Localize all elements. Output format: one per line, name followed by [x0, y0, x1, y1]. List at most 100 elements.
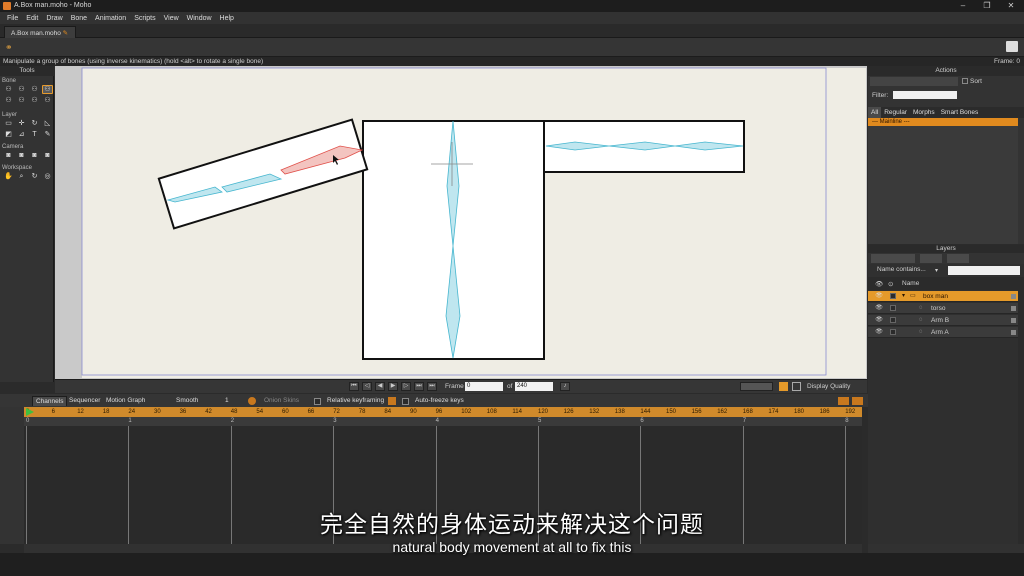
- display-quality-button[interactable]: Display Quality: [807, 383, 850, 390]
- orbit-icon[interactable]: ◎: [42, 172, 53, 181]
- ruler-frame-number: 186: [819, 409, 830, 415]
- manipulate-bones-icon[interactable]: ⚇: [42, 85, 53, 94]
- add-bone-icon[interactable]: ⚇: [16, 96, 27, 105]
- layer-row-torso[interactable]: 👁 ◌ torso: [868, 303, 1018, 314]
- chevron-down-icon[interactable]: ▾: [935, 267, 938, 274]
- audio-icon[interactable]: ♪: [560, 382, 570, 391]
- timeline-options-icon[interactable]: [852, 397, 863, 405]
- menu-window[interactable]: Window: [183, 15, 216, 22]
- tab-channels[interactable]: Channels: [32, 396, 68, 406]
- restore-button[interactable]: ❐: [976, 0, 998, 12]
- menu-animation[interactable]: Animation: [91, 15, 130, 22]
- layer-select-icon[interactable]: ▭: [3, 119, 14, 128]
- step-back-icon[interactable]: ◁: [362, 382, 372, 391]
- visibility-eye-icon[interactable]: 👁: [874, 328, 884, 336]
- expand-triangle-icon[interactable]: ▾: [902, 291, 905, 302]
- menu-file[interactable]: File: [3, 15, 22, 22]
- layer-settings-buttons[interactable]: [947, 254, 969, 263]
- tab-smart-bones[interactable]: Smart Bones: [938, 107, 982, 118]
- layer-row-arm-b[interactable]: 👁 ◌ Arm B: [868, 315, 1018, 326]
- menu-bone[interactable]: Bone: [67, 15, 91, 22]
- library-book-icon[interactable]: [1006, 41, 1018, 52]
- step-forward-icon[interactable]: ▷: [401, 382, 411, 391]
- timeline-zoom-icon[interactable]: [838, 397, 849, 405]
- bone-strength-icon[interactable]: ⚇: [42, 96, 53, 105]
- camera-tilt-icon[interactable]: ◙: [42, 151, 53, 160]
- relative-keyframing-checkbox[interactable]: [314, 398, 321, 405]
- tab-sequencer[interactable]: Sequencer: [66, 396, 103, 406]
- scale-layer-icon[interactable]: ◩: [3, 130, 14, 139]
- filter-mode-select[interactable]: Name contains...: [877, 266, 926, 273]
- auto-freeze-checkbox[interactable]: [402, 398, 409, 405]
- rewind-icon[interactable]: ⏮: [349, 382, 359, 391]
- arm-b-shape[interactable]: [157, 118, 369, 230]
- visibility-column-icon: 👁: [875, 281, 884, 288]
- bone-tool-icon[interactable]: ⚭: [5, 42, 13, 53]
- eyedropper-icon[interactable]: ✎: [42, 130, 53, 139]
- tab-regular[interactable]: Regular: [881, 107, 910, 118]
- onion-skin-icon[interactable]: [248, 397, 256, 405]
- layer-row-box-man[interactable]: 👁 ▾ ▭ box man: [868, 291, 1018, 302]
- hand-pan-icon[interactable]: ✋: [3, 172, 14, 181]
- tab-all[interactable]: All: [868, 107, 882, 118]
- view-layout-icon[interactable]: [740, 382, 773, 391]
- menu-edit[interactable]: Edit: [22, 15, 42, 22]
- frame-ruler[interactable]: 0 6 12 18 24 30 36 42 48 54 60 66 72 78 84 90 96 102 108 11…: [24, 407, 862, 417]
- close-button[interactable]: ✕: [1000, 0, 1022, 12]
- frame-input[interactable]: 0: [465, 382, 503, 391]
- new-layer-buttons[interactable]: [871, 254, 915, 263]
- camera-pan-icon[interactable]: ◙: [3, 151, 14, 160]
- layer-lock-checkbox[interactable]: [890, 329, 896, 335]
- tab-morphs[interactable]: Morphs: [910, 107, 938, 118]
- visibility-eye-icon[interactable]: 👁: [874, 304, 884, 312]
- translate-layer-icon[interactable]: ✛: [16, 119, 27, 128]
- sort-checkbox[interactable]: [962, 78, 968, 84]
- layer-action-buttons[interactable]: [920, 254, 942, 263]
- shear-layer-icon[interactable]: ◺: [42, 119, 53, 128]
- document-tab[interactable]: A.Box man.moho ✎: [4, 26, 76, 38]
- menu-view[interactable]: View: [160, 15, 183, 22]
- play-reverse-icon[interactable]: ◀: [375, 382, 385, 391]
- menu-draw[interactable]: Draw: [42, 15, 66, 22]
- menu-help[interactable]: Help: [216, 15, 238, 22]
- play-icon[interactable]: ▶: [388, 382, 398, 391]
- quality-check-icon[interactable]: [779, 382, 788, 391]
- rotate-layer-icon[interactable]: ↻: [29, 119, 40, 128]
- visibility-eye-icon[interactable]: 👁: [874, 316, 884, 324]
- translate-bone-icon[interactable]: ⚇: [16, 85, 27, 94]
- minimize-button[interactable]: –: [952, 0, 974, 12]
- tab-motion-graph[interactable]: Motion Graph: [103, 396, 148, 406]
- actions-list[interactable]: [868, 118, 1018, 244]
- zoom-icon[interactable]: ⌕: [16, 172, 27, 181]
- layer-row-arm-a[interactable]: 👁 ◌ Arm A: [868, 327, 1018, 338]
- fullscreen-icon[interactable]: [792, 382, 801, 391]
- arm-b-group[interactable]: [157, 118, 369, 230]
- layer-name-filter-input[interactable]: [948, 266, 1020, 275]
- menu-bar: File Edit Draw Bone Animation Scripts Vi…: [0, 12, 1024, 24]
- rotate-bone-icon[interactable]: ⚇: [3, 96, 14, 105]
- flip-layer-icon[interactable]: ⊿: [16, 130, 27, 139]
- text-tool-icon[interactable]: T: [29, 130, 40, 139]
- step-select[interactable]: 1: [222, 396, 232, 406]
- end-icon[interactable]: ⏭: [427, 382, 437, 391]
- interpolation-select[interactable]: Smooth: [173, 396, 201, 406]
- camera-zoom-icon[interactable]: ◙: [16, 151, 27, 160]
- visibility-eye-icon[interactable]: 👁: [874, 292, 884, 300]
- keyframe-icon[interactable]: [388, 397, 396, 405]
- rotate-workspace-icon[interactable]: ↻: [29, 172, 40, 181]
- reparent-bone-icon[interactable]: ⚇: [29, 96, 40, 105]
- total-frames-input[interactable]: 240: [515, 382, 553, 391]
- actions-toolbar[interactable]: [870, 77, 958, 86]
- layer-lock-checkbox[interactable]: [890, 293, 896, 299]
- fast-forward-icon[interactable]: ⏭: [414, 382, 424, 391]
- layer-lock-checkbox[interactable]: [890, 305, 896, 311]
- mainline-action[interactable]: --- Mainline ---: [868, 118, 1018, 126]
- playhead-marker[interactable]: [26, 408, 34, 416]
- menu-scripts[interactable]: Scripts: [130, 15, 159, 22]
- scale-bone-icon[interactable]: ⚇: [29, 85, 40, 94]
- select-bone-icon[interactable]: ⚇: [3, 85, 14, 94]
- actions-filter-input[interactable]: [893, 91, 957, 99]
- camera-roll-icon[interactable]: ◙: [29, 151, 40, 160]
- canvas-drawing[interactable]: [55, 66, 867, 380]
- layer-lock-checkbox[interactable]: [890, 317, 896, 323]
